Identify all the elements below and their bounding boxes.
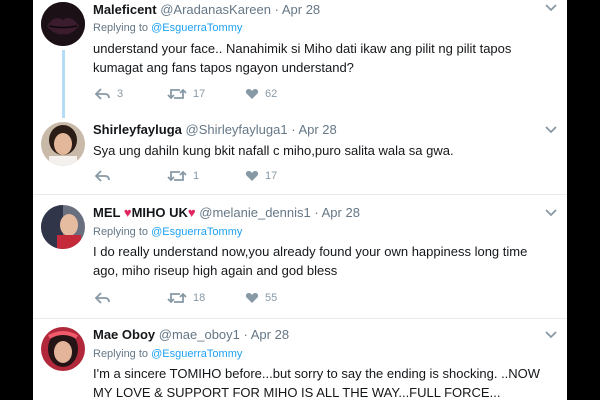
handle[interactable]: @AradanasKareen <box>160 2 271 17</box>
tweet-header: Mae Oboy @mae_oboy1 · Apr 28 <box>93 327 289 342</box>
tweet-text: understand your face.. Nanahimik si Miho… <box>93 41 512 75</box>
reply-button[interactable] <box>94 170 111 182</box>
replying-to: Replying to @EsguerraTommy <box>93 348 242 360</box>
timestamp[interactable]: Apr 28 <box>282 2 320 17</box>
like-count: 17 <box>265 170 278 183</box>
caret-down-icon[interactable] <box>545 331 557 339</box>
replying-to-link[interactable]: @EsguerraTommy <box>151 226 242 238</box>
tweet-2[interactable]: Shirleyfayluga @Shirleyfayluga1 · Apr 28… <box>33 112 567 194</box>
tweet-4[interactable]: Mae Oboy @mae_oboy1 · Apr 28 Replying to… <box>33 319 567 400</box>
tweet-3[interactable]: MEL ♥MIHO UK♥ @melanie_dennis1 · Apr 28 … <box>33 195 567 318</box>
replying-to-label: Replying to <box>93 22 149 34</box>
display-name[interactable]: Shirleyfayluga <box>93 122 182 137</box>
handle[interactable]: @mae_oboy1 <box>159 327 240 342</box>
retweet-button[interactable]: 17 <box>167 88 205 100</box>
tweet-text: Sya ung dahiln kung bkit nafall c miho,p… <box>93 143 454 158</box>
separator-dot: · <box>274 2 279 17</box>
like-icon <box>245 89 259 100</box>
replying-to-label: Replying to <box>93 348 149 360</box>
like-icon <box>245 293 259 304</box>
caret-down-icon[interactable] <box>545 209 557 217</box>
replying-to-link[interactable]: @EsguerraTommy <box>151 22 242 34</box>
heart-emoji-icon: ♥ <box>123 205 132 220</box>
like-button[interactable]: 62 <box>245 88 277 100</box>
avatar[interactable] <box>41 122 85 166</box>
heart-emoji-icon: ♥ <box>187 205 196 220</box>
tweet-header: MEL ♥MIHO UK♥ @melanie_dennis1 · Apr 28 <box>93 205 360 220</box>
separator-dot: · <box>243 327 248 342</box>
retweet-icon <box>167 292 187 304</box>
caret-down-icon[interactable] <box>545 126 557 134</box>
retweet-button[interactable]: 1 <box>167 170 199 182</box>
display-name-part2: MIHO UK <box>131 205 188 220</box>
retweet-count: 18 <box>193 292 206 305</box>
like-icon <box>245 171 259 182</box>
timestamp[interactable]: Apr 28 <box>298 122 336 137</box>
like-button[interactable]: 17 <box>245 170 277 182</box>
retweet-icon <box>167 88 187 100</box>
avatar[interactable] <box>41 2 85 46</box>
tweet-text: I do really understand now,you already f… <box>93 244 528 278</box>
retweet-button[interactable]: 18 <box>167 292 205 304</box>
display-name[interactable]: Maleficent <box>93 2 157 17</box>
replying-to: Replying to @EsguerraTommy <box>93 22 242 34</box>
tweet-header: Maleficent @AradanasKareen · Apr 28 <box>93 2 320 17</box>
avatar[interactable] <box>41 205 85 249</box>
display-name-part1: MEL <box>93 205 121 220</box>
separator-dot: · <box>291 122 296 137</box>
timestamp[interactable]: Apr 28 <box>251 327 289 342</box>
reply-button[interactable] <box>94 292 111 304</box>
replying-to: Replying to @EsguerraTommy <box>93 226 242 238</box>
handle[interactable]: @melanie_dennis1 <box>199 205 311 220</box>
display-name[interactable]: MEL ♥MIHO UK♥ <box>93 205 199 220</box>
like-button[interactable]: 55 <box>245 292 277 304</box>
like-count: 62 <box>265 88 278 101</box>
replying-to-link[interactable]: @EsguerraTommy <box>151 348 242 360</box>
caret-down-icon[interactable] <box>545 4 557 12</box>
retweet-count: 1 <box>193 170 200 183</box>
avatar-photo <box>41 122 85 166</box>
reply-count: 3 <box>117 88 124 101</box>
avatar-photo <box>41 327 85 371</box>
reply-icon <box>94 170 110 182</box>
tweet-text: I'm a sincere TOMIHO before...but sorry … <box>93 366 541 400</box>
retweet-icon <box>167 170 187 182</box>
avatar[interactable] <box>41 327 85 371</box>
reply-icon <box>94 88 110 100</box>
display-name[interactable]: Mae Oboy <box>93 327 155 342</box>
replying-to-label: Replying to <box>93 226 149 238</box>
avatar-lips-image <box>41 2 85 46</box>
avatar-photo <box>41 205 85 249</box>
separator-dot: · <box>314 205 319 220</box>
retweet-count: 17 <box>193 88 206 101</box>
reply-button[interactable]: 3 <box>94 88 124 101</box>
thread-line <box>62 50 65 118</box>
handle[interactable]: @Shirleyfayluga1 <box>186 122 288 137</box>
timestamp[interactable]: Apr 28 <box>322 205 360 220</box>
tweet-header: Shirleyfayluga @Shirleyfayluga1 · Apr 28 <box>93 122 337 137</box>
tweet-1[interactable]: Maleficent @AradanasKareen · Apr 28 Repl… <box>33 0 567 118</box>
reply-icon <box>94 292 110 304</box>
like-count: 55 <box>265 292 278 305</box>
tweet-timeline: Maleficent @AradanasKareen · Apr 28 Repl… <box>33 0 567 400</box>
